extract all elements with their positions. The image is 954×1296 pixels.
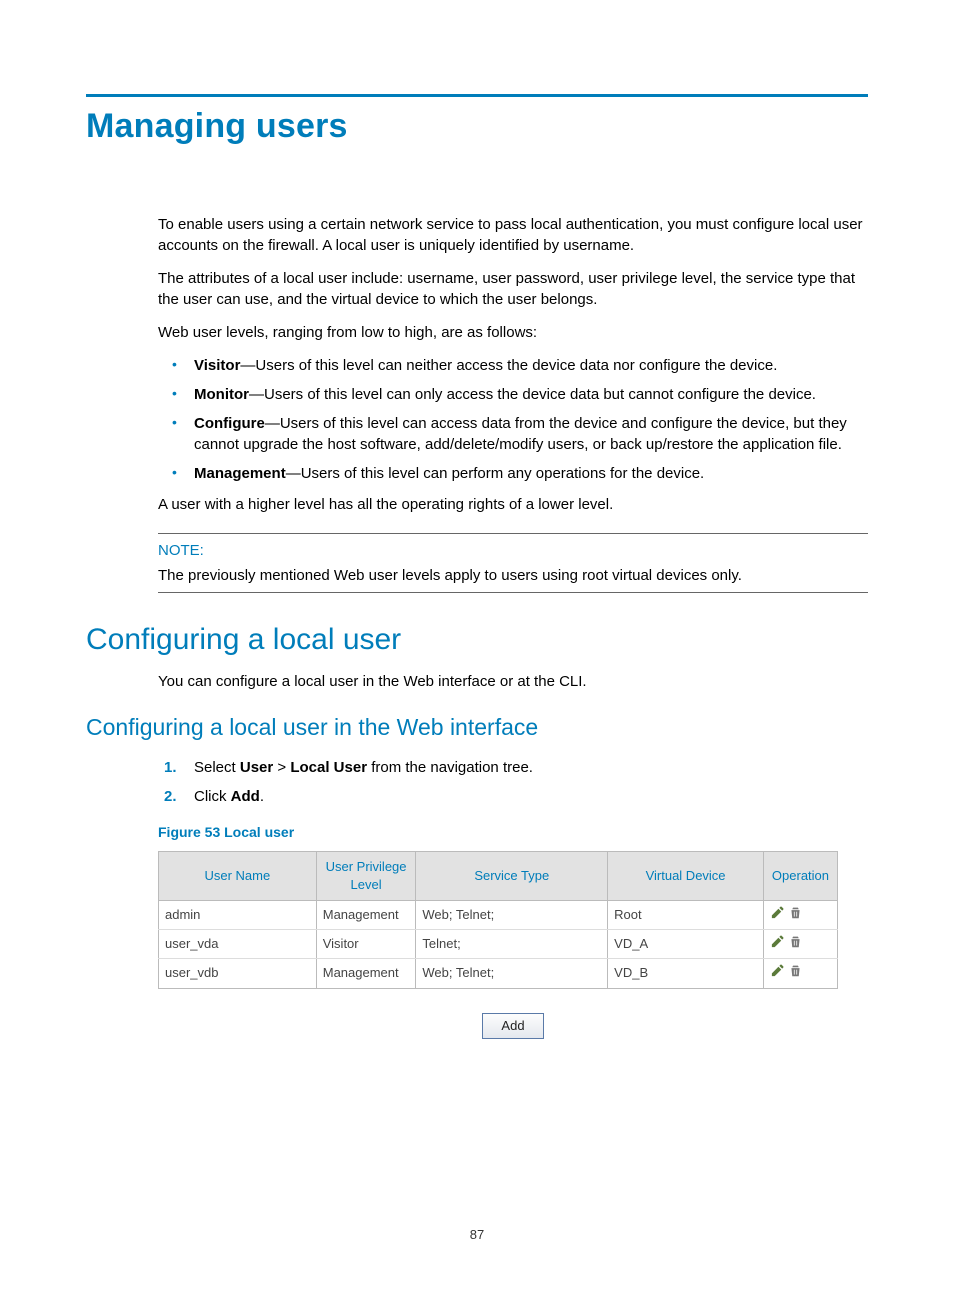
cell-operation [763, 930, 837, 959]
list-item: Select User > Local User from the naviga… [158, 757, 868, 778]
cell-service-type: Web; Telnet; [416, 900, 608, 929]
user-level-list: Visitor—Users of this level can neither … [158, 355, 868, 484]
level-name: Visitor [194, 357, 240, 374]
level-name: Configure [194, 415, 265, 432]
section-paragraph: You can configure a local user in the We… [158, 671, 868, 692]
cell-privilege: Visitor [316, 930, 416, 959]
list-item: Configure—Users of this level can access… [158, 413, 868, 455]
level-name: Management [194, 465, 286, 482]
table-row: user_vdaVisitorTelnet;VD_A [159, 930, 838, 959]
step-text: Select [194, 759, 240, 776]
note-label: NOTE: [158, 540, 868, 561]
step-text: . [260, 788, 264, 805]
edit-icon[interactable] [770, 905, 785, 925]
edit-icon[interactable] [770, 934, 785, 954]
page-number: 87 [0, 1227, 954, 1242]
level-name: Monitor [194, 386, 249, 403]
steps-list: Select User > Local User from the naviga… [158, 757, 868, 807]
step-text: from the navigation tree. [367, 759, 533, 776]
cell-user-name: user_vda [159, 930, 317, 959]
cell-privilege: Management [316, 959, 416, 988]
step-text: Click [194, 788, 231, 805]
col-user-privilege-level: User Privilege Level [316, 851, 416, 900]
cell-user-name: admin [159, 900, 317, 929]
cell-user-name: user_vdb [159, 959, 317, 988]
intro-paragraph: To enable users using a certain network … [158, 214, 868, 256]
level-desc: —Users of this level can perform any ope… [286, 465, 705, 482]
step-bold: Add [231, 788, 260, 805]
intro-paragraph: Web user levels, ranging from low to hig… [158, 322, 868, 343]
cell-operation [763, 959, 837, 988]
table-row: adminManagementWeb; Telnet;Root [159, 900, 838, 929]
level-desc: —Users of this level can access data fro… [194, 415, 847, 453]
intro-paragraph: A user with a higher level has all the o… [158, 494, 868, 515]
cell-privilege: Management [316, 900, 416, 929]
cell-operation [763, 900, 837, 929]
col-service-type: Service Type [416, 851, 608, 900]
col-virtual-device: Virtual Device [608, 851, 764, 900]
note-box: NOTE: The previously mentioned Web user … [158, 533, 868, 593]
local-user-table: User Name User Privilege Level Service T… [158, 851, 838, 989]
cell-virtual-device: Root [608, 900, 764, 929]
note-text: The previously mentioned Web user levels… [158, 565, 868, 586]
delete-icon[interactable] [789, 905, 802, 925]
section-heading: Configuring a local user [86, 623, 868, 657]
step-bold: Local User [290, 759, 367, 776]
cell-service-type: Web; Telnet; [416, 959, 608, 988]
delete-icon[interactable] [789, 934, 802, 954]
subsection-heading: Configuring a local user in the Web inte… [86, 714, 868, 741]
list-item: Management—Users of this level can perfo… [158, 463, 868, 484]
level-desc: —Users of this level can only access the… [249, 386, 816, 403]
cell-service-type: Telnet; [416, 930, 608, 959]
step-text: > [273, 759, 290, 776]
list-item: Visitor—Users of this level can neither … [158, 355, 868, 376]
col-operation: Operation [763, 851, 837, 900]
add-button[interactable]: Add [482, 1013, 543, 1039]
figure-caption: Figure 53 Local user [158, 823, 868, 843]
edit-icon[interactable] [770, 963, 785, 983]
cell-virtual-device: VD_A [608, 930, 764, 959]
table-row: user_vdbManagementWeb; Telnet;VD_B [159, 959, 838, 988]
delete-icon[interactable] [789, 963, 802, 983]
list-item: Click Add. [158, 786, 868, 807]
list-item: Monitor—Users of this level can only acc… [158, 384, 868, 405]
cell-virtual-device: VD_B [608, 959, 764, 988]
step-bold: User [240, 759, 273, 776]
page-title: Managing users [86, 107, 868, 146]
col-user-name: User Name [159, 851, 317, 900]
top-rule [86, 94, 868, 97]
intro-paragraph: The attributes of a local user include: … [158, 268, 868, 310]
level-desc: —Users of this level can neither access … [240, 357, 777, 374]
